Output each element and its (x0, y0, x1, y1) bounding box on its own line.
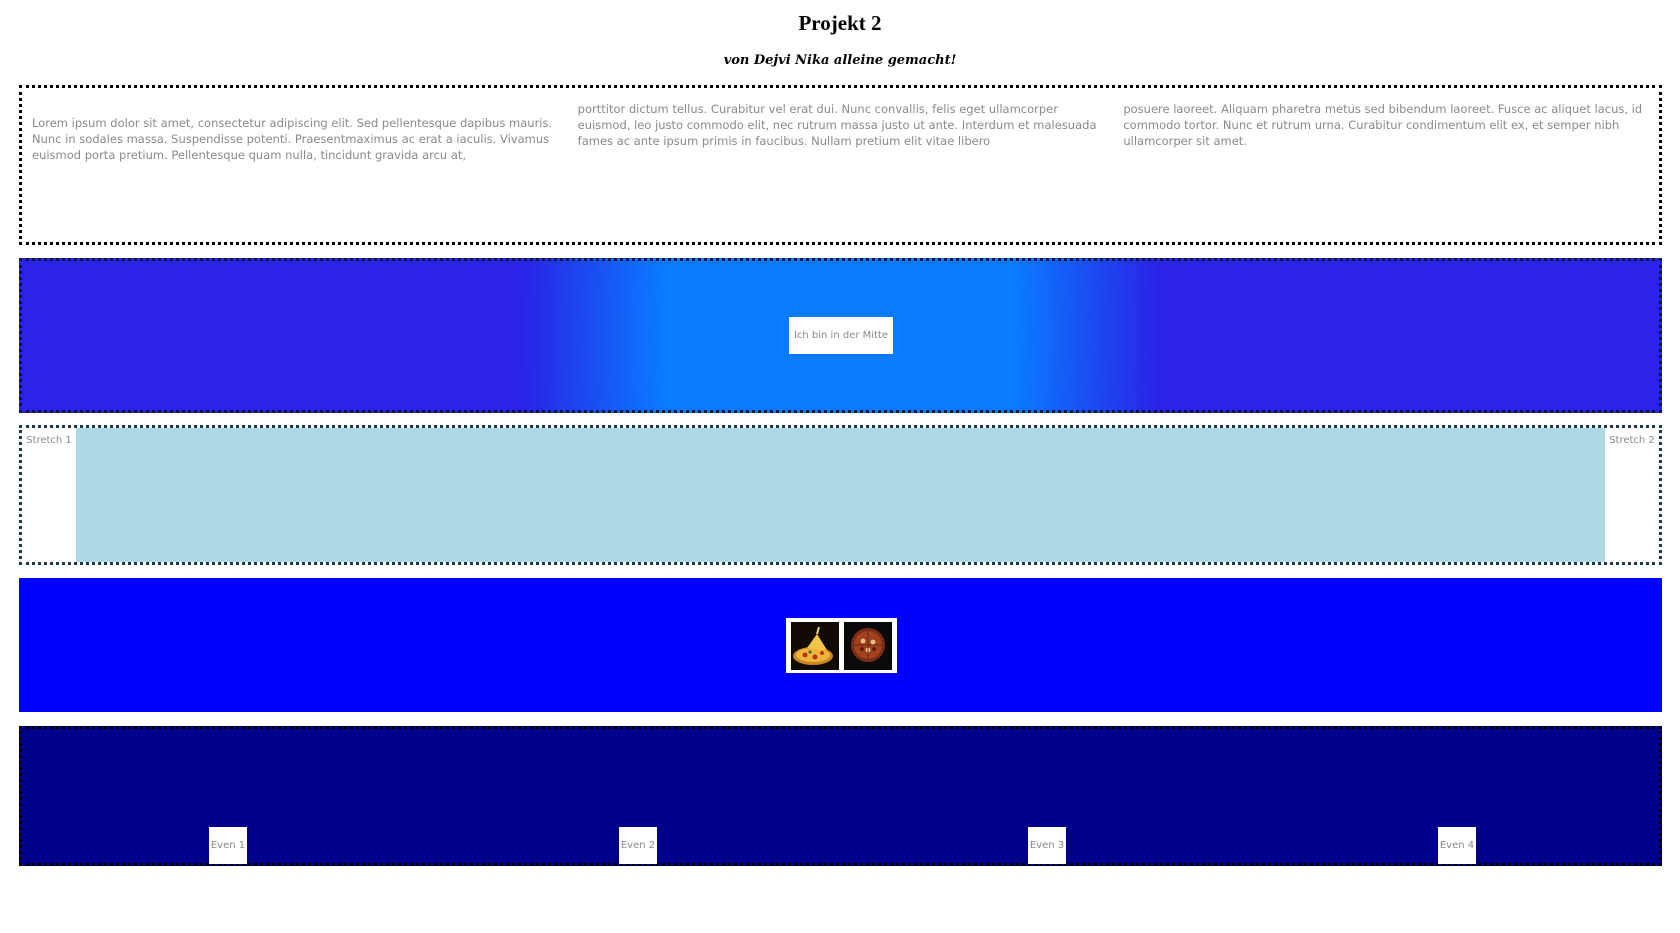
text-column-1: Lorem ipsum dolor sit amet, consectetur … (32, 116, 553, 162)
center-section: Ich bin in der Mitte (19, 258, 1662, 413)
pizza-whole-image (844, 621, 892, 670)
even-section: Even 1 Even 2 Even 3 Even 4 (19, 726, 1662, 866)
stretch-item-2: Stretch 2 (1609, 435, 1655, 446)
images-section (19, 578, 1662, 712)
image-row (786, 618, 897, 673)
columns-section: Lorem ipsum dolor sit amet, consectetur … (19, 85, 1662, 245)
center-box: Ich bin in der Mitte (789, 317, 893, 354)
even-item-3: Even 3 (1028, 827, 1066, 864)
text-column-3: posuere laoreet. Aliquam pharetra metus … (1123, 102, 1643, 148)
page-subtitle: von Dejvi Nika alleine gemacht! (723, 53, 957, 68)
stretch-fill-area (76, 428, 1605, 562)
page-title: Projekt 2 (798, 11, 882, 35)
pizza-slice-image (791, 621, 839, 670)
stretch-item-1: Stretch 1 (26, 435, 72, 446)
stretch-section: Stretch 1 Stretch 2 (19, 425, 1662, 565)
even-item-1: Even 1 (209, 827, 247, 864)
text-column-2: porttitor dictum tellus. Curabitur vel e… (577, 102, 1097, 148)
even-item-2: Even 2 (619, 827, 657, 864)
even-item-4: Even 4 (1438, 827, 1476, 864)
